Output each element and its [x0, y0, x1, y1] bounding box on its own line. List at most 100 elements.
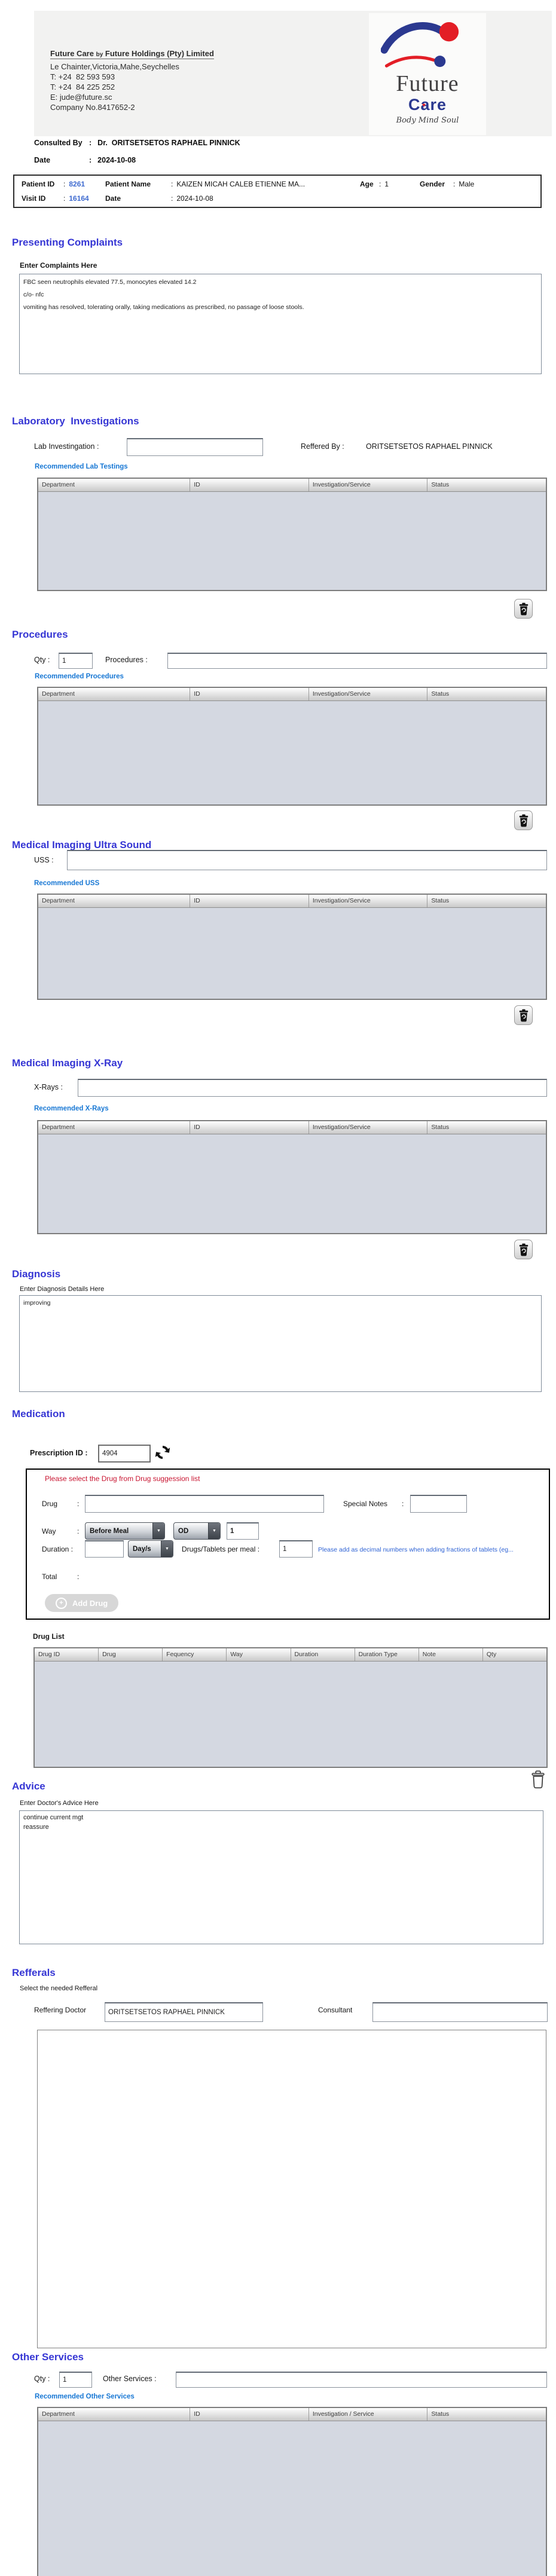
drug-input[interactable]	[85, 1495, 324, 1513]
recommended-xray-link[interactable]: Recommended X-Rays	[34, 1105, 109, 1112]
consultation-date-row: Date:2024-10-08	[34, 156, 136, 164]
other-services-table: DepartmentIDInvestigation / ServiceStatu…	[37, 2407, 547, 2576]
meal-time-select[interactable]: Before Meal ▼	[85, 1522, 165, 1540]
table-header-cell: Department	[38, 1121, 190, 1134]
refresh-icon	[153, 1442, 172, 1463]
duration-input[interactable]	[85, 1540, 124, 1558]
patient-info-box: Patient ID:8261 Patient Name:KAIZEN MICA…	[13, 175, 542, 208]
table-header-cell: Note	[419, 1648, 483, 1661]
table-header-cell: Investigation/Service	[309, 688, 428, 700]
fraction-hint: Please add as decimal numbers when addin…	[318, 1546, 514, 1553]
table-header-cell: Status	[427, 479, 546, 491]
uss-input[interactable]	[67, 850, 547, 870]
colon: :	[89, 139, 91, 147]
header: Future Care by Future Holdings (Pty) Lim…	[34, 11, 552, 136]
clear-drug-table-button[interactable]	[531, 1770, 545, 1791]
frequency-select[interactable]: OD ▼	[173, 1522, 221, 1540]
date-label: Date	[34, 156, 89, 164]
gender-label: Gender	[420, 180, 453, 188]
section-title-presenting-complaints: Presenting Complaints	[12, 237, 123, 249]
drug-entry-box: Please select the Drug from Drug suggess…	[26, 1468, 550, 1620]
logo-tagline: Body Mind Soul	[369, 116, 486, 125]
table-header-cell: Drug	[99, 1648, 163, 1661]
company-phone-2: T: +24 84 225 252	[50, 82, 115, 91]
xray-table: DepartmentIDInvestigation/ServiceStatus	[37, 1120, 547, 1234]
refresh-prescription-button[interactable]	[153, 1442, 172, 1464]
other-services-input[interactable]	[176, 2372, 547, 2388]
per-meal-input[interactable]	[279, 1540, 313, 1558]
add-drug-button[interactable]: + Add Drug	[45, 1594, 118, 1612]
colon: :	[63, 194, 65, 203]
prescription-id-input[interactable]	[98, 1445, 151, 1463]
lab-investigation-input[interactable]	[127, 438, 263, 456]
date-value: 2024-10-08	[97, 156, 136, 164]
age-value: 1	[384, 180, 389, 188]
complaints-textarea[interactable]: FBC seen neutrophils elevated 77.5, mono…	[19, 274, 542, 374]
recommended-uss-link[interactable]: Recommended USS	[34, 880, 99, 887]
referral-select-label: Select the needed Refferal	[20, 1985, 97, 1992]
company-title-main: Future Care	[50, 49, 94, 58]
table-header-cell: ID	[190, 479, 309, 491]
patient-gender-field: Gender:Male	[420, 180, 474, 188]
clear-xray-table-button[interactable]	[514, 1240, 533, 1259]
table-header-cell: Department	[38, 2408, 190, 2421]
per-meal-label: Drugs/Tablets per meal :	[182, 1545, 259, 1553]
chevron-down-icon: ▼	[208, 1523, 220, 1539]
other-services-label: Other Services :	[103, 2375, 157, 2383]
advice-textarea[interactable]: continue current mgt reassure	[19, 1810, 543, 1944]
drug-selection-warning: Please select the Drug from Drug suggess…	[45, 1474, 200, 1483]
colon: :	[453, 180, 455, 188]
visit-id-field: Visit ID:16164	[22, 194, 89, 203]
company-title-rest: Future Holdings (Pty) Limited	[105, 49, 214, 58]
lab-table-header: DepartmentIDInvestigation/ServiceStatus	[38, 479, 546, 492]
patient-id-value: 8261	[69, 180, 85, 188]
age-label: Age	[360, 180, 379, 188]
section-title-referrals: Refferals	[12, 1967, 56, 1979]
special-notes-label: Special Notes	[343, 1500, 387, 1508]
logo-swoosh-icon	[381, 17, 472, 74]
referring-doctor-input[interactable]	[105, 2002, 263, 2022]
other-qty-input[interactable]	[59, 2372, 92, 2388]
colon: :	[402, 1500, 404, 1508]
xray-input[interactable]	[78, 1079, 547, 1097]
consulted-by-row: Consulted By:Dr. ORITSETSETOS RAPHAEL PI…	[34, 139, 240, 147]
company-title-by: by	[96, 51, 103, 58]
drug-table-body	[35, 1662, 546, 1767]
table-header-cell: Way	[227, 1648, 291, 1661]
clear-uss-table-button[interactable]	[514, 1005, 533, 1025]
patient-id-field: Patient ID:8261	[22, 180, 85, 188]
section-title-ultrasound: Medical Imaging Ultra Sound	[12, 839, 151, 851]
logo-name: Future	[369, 71, 486, 97]
trash-icon	[531, 1770, 545, 1789]
recommended-other-services-link[interactable]: Recommended Other Services	[35, 2393, 135, 2400]
company-number: Company No.8417652-2	[50, 103, 135, 112]
special-notes-input[interactable]	[410, 1495, 467, 1513]
table-header-cell: Drug ID	[35, 1648, 99, 1661]
other-services-table-header: DepartmentIDInvestigation / ServiceStatu…	[38, 2408, 546, 2421]
clear-lab-table-button[interactable]	[514, 599, 533, 619]
way-label: Way	[42, 1527, 56, 1535]
drug-table-header: Drug IDDrugFequencyWayDurationDuration T…	[35, 1648, 546, 1662]
uss-table: DepartmentIDInvestigation/ServiceStatus	[37, 894, 547, 1000]
lab-table: DepartmentIDInvestigation/ServiceStatus	[37, 478, 547, 591]
logo-care: Care	[369, 96, 486, 114]
duration-unit-select[interactable]: Day/s ▼	[128, 1540, 173, 1558]
patient-name-value: KAIZEN MICAH CALEB ETIENNE MA...	[176, 180, 305, 188]
table-header-cell: Duration Type	[355, 1648, 419, 1661]
colon: :	[63, 180, 65, 188]
colon: :	[171, 180, 173, 188]
recommended-lab-testings-link[interactable]: Recommended Lab Testings	[35, 463, 128, 470]
trash-icon	[518, 814, 529, 827]
procedures-table-body	[38, 701, 546, 804]
clear-procedures-table-button[interactable]	[514, 810, 533, 830]
diagnosis-textarea[interactable]: improving	[19, 1295, 542, 1392]
consultant-input[interactable]	[372, 2002, 548, 2022]
referral-listbox[interactable]	[37, 2030, 546, 2348]
procedures-qty-input[interactable]	[59, 653, 93, 669]
total-label: Total	[42, 1572, 57, 1581]
company-address: Le Chainter,Victoria,Mahe,Seychelles	[50, 62, 179, 71]
recommended-procedures-link[interactable]: Recommended Procedures	[35, 673, 124, 680]
procedures-input[interactable]	[167, 653, 547, 669]
frequency-qty-input[interactable]	[227, 1522, 259, 1540]
drug-label: Drug	[42, 1500, 57, 1508]
